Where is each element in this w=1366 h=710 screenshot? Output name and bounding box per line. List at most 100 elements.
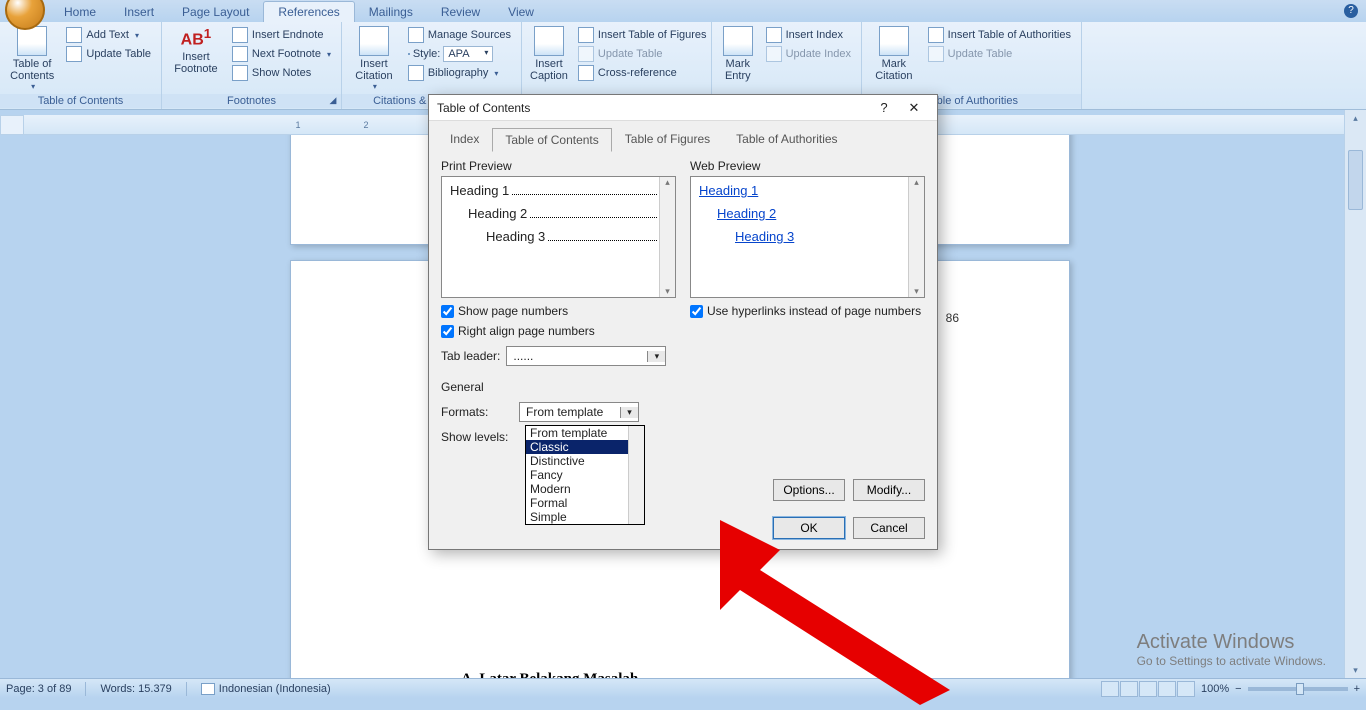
dialog-tabs: Index Table of Contents Table of Figures…	[429, 121, 937, 151]
manage-sources-button[interactable]: Manage Sources	[404, 26, 515, 44]
show-notes-button[interactable]: Show Notes	[228, 64, 335, 82]
update-captions-icon	[578, 46, 594, 62]
formats-option[interactable]: Modern	[526, 482, 644, 496]
zoom-percent[interactable]: 100%	[1201, 683, 1229, 695]
update-authorities-icon	[928, 46, 944, 62]
citation-style-combo[interactable]: APA▾	[443, 46, 493, 62]
scroll-down-arrow[interactable]: ▾	[1345, 662, 1366, 678]
citation-icon	[359, 26, 389, 56]
insert-endnote-button[interactable]: Insert Endnote	[228, 26, 335, 44]
update-toc-button[interactable]: Update Table	[62, 45, 155, 63]
formats-option[interactable]: Distinctive	[526, 454, 644, 468]
tab-view[interactable]: View	[494, 2, 548, 22]
document-heading: A. Latar Belakang Masalah	[461, 671, 638, 678]
next-footnote-button[interactable]: Next Footnote	[228, 45, 335, 63]
bibliography-label: Bibliography	[428, 67, 489, 79]
formats-option[interactable]: Formal	[526, 496, 644, 510]
scroll-thumb[interactable]	[1348, 150, 1363, 210]
bibliography-icon	[408, 65, 424, 81]
tab-references[interactable]: References	[263, 1, 354, 22]
language-icon	[201, 683, 215, 695]
add-text-icon	[66, 27, 82, 43]
dialog-body: Print Preview Heading 11 Heading 23 Head…	[429, 151, 937, 452]
add-text-button[interactable]: Add Text	[62, 26, 155, 44]
ruler-corner	[0, 115, 24, 135]
caption-icon	[534, 26, 564, 56]
insert-endnote-label: Insert Endnote	[252, 29, 324, 41]
status-words[interactable]: Words: 15.379	[100, 683, 171, 695]
dialog-tab-figures[interactable]: Table of Figures	[612, 127, 723, 151]
help-icon[interactable]: ?	[1344, 4, 1358, 18]
dialog-tab-authorities[interactable]: Table of Authorities	[723, 127, 850, 151]
view-full-screen[interactable]	[1120, 681, 1138, 697]
show-page-numbers-input[interactable]	[441, 305, 454, 318]
formats-option[interactable]: Simple	[526, 510, 644, 524]
update-captions-label: Update Table	[598, 48, 663, 60]
tab-home[interactable]: Home	[50, 2, 110, 22]
tab-review[interactable]: Review	[427, 2, 494, 22]
group-label-footnotes: Footnotes	[162, 94, 341, 108]
tab-leader-combo[interactable]: ......▾	[506, 346, 666, 366]
preview-scrollbar[interactable]	[908, 177, 924, 297]
update-captions-button[interactable]: Update Table	[574, 45, 711, 63]
modify-button[interactable]: Modify...	[853, 479, 925, 501]
view-outline[interactable]	[1158, 681, 1176, 697]
zoom-knob[interactable]	[1296, 683, 1304, 695]
dialog-titlebar[interactable]: Table of Contents ? ✕	[429, 95, 937, 121]
update-authorities-button[interactable]: Update Table	[924, 45, 1075, 63]
formats-option[interactable]: From template	[526, 426, 644, 440]
use-hyperlinks-label: Use hyperlinks instead of page numbers	[707, 304, 921, 318]
dialog-tab-index[interactable]: Index	[437, 127, 492, 151]
footnotes-dialog-launcher[interactable]: ◢	[327, 95, 339, 107]
wp-link[interactable]: Heading 3	[699, 229, 916, 244]
dialog-tab-toc[interactable]: Table of Contents	[492, 128, 611, 152]
view-print-layout[interactable]	[1101, 681, 1119, 697]
show-notes-label: Show Notes	[252, 67, 311, 79]
mark-citation-icon	[879, 26, 909, 56]
wp-link[interactable]: Heading 1	[699, 183, 916, 198]
cross-reference-button[interactable]: Cross-reference	[574, 64, 711, 82]
wp-link[interactable]: Heading 2	[699, 206, 916, 221]
chevron-down-icon: ▾	[647, 351, 665, 362]
use-hyperlinks-input[interactable]	[690, 305, 703, 318]
zoom-slider[interactable]	[1248, 687, 1348, 691]
tab-mailings[interactable]: Mailings	[355, 2, 427, 22]
formats-option[interactable]: Classic	[526, 440, 644, 454]
scroll-up-arrow[interactable]: ▴	[1345, 110, 1366, 126]
right-align-input[interactable]	[441, 325, 454, 338]
zoom-in-button[interactable]: +	[1354, 683, 1360, 695]
update-icon	[66, 46, 82, 62]
ok-button[interactable]: OK	[773, 517, 845, 539]
formats-option[interactable]: Fancy	[526, 468, 644, 482]
dialog-close-button[interactable]: ✕	[899, 100, 929, 116]
update-index-button[interactable]: Update Index	[762, 45, 855, 63]
options-button[interactable]: Options...	[773, 479, 845, 501]
dropdown-scrollbar[interactable]	[628, 426, 644, 524]
tab-page-layout[interactable]: Page Layout	[168, 2, 263, 22]
view-web-layout[interactable]	[1139, 681, 1157, 697]
add-text-label: Add Text	[86, 29, 129, 41]
vertical-scrollbar[interactable]: ▴ ▾	[1344, 110, 1366, 678]
insert-index-button[interactable]: Insert Index	[762, 26, 855, 44]
use-hyperlinks-checkbox[interactable]: Use hyperlinks instead of page numbers	[690, 304, 925, 318]
insert-table-figures-button[interactable]: Insert Table of Figures	[574, 26, 711, 44]
insert-authorities-button[interactable]: Insert Table of Authorities	[924, 26, 1075, 44]
zoom-out-button[interactable]: −	[1235, 683, 1241, 695]
view-draft[interactable]	[1177, 681, 1195, 697]
print-preview-box: Heading 11 Heading 23 Heading 35	[441, 176, 676, 298]
cancel-button[interactable]: Cancel	[853, 517, 925, 539]
toc-dialog: Table of Contents ? ✕ Index Table of Con…	[428, 94, 938, 550]
status-page[interactable]: Page: 3 of 89	[6, 683, 71, 695]
tab-insert[interactable]: Insert	[110, 2, 168, 22]
formats-combo[interactable]: From template▾	[519, 402, 639, 422]
preview-scrollbar[interactable]	[659, 177, 675, 297]
show-page-numbers-checkbox[interactable]: Show page numbers	[441, 304, 676, 318]
show-notes-icon	[232, 65, 248, 81]
status-language[interactable]: Indonesian (Indonesia)	[201, 683, 331, 695]
formats-dropdown-list[interactable]: From template Classic Distinctive Fancy …	[525, 425, 645, 525]
mark-entry-label: Mark Entry	[720, 58, 756, 82]
insert-caption-label: Insert Caption	[530, 58, 568, 82]
right-align-checkbox[interactable]: Right align page numbers	[441, 324, 676, 338]
dialog-help-button[interactable]: ?	[869, 100, 899, 115]
bibliography-button[interactable]: Bibliography	[404, 64, 515, 82]
